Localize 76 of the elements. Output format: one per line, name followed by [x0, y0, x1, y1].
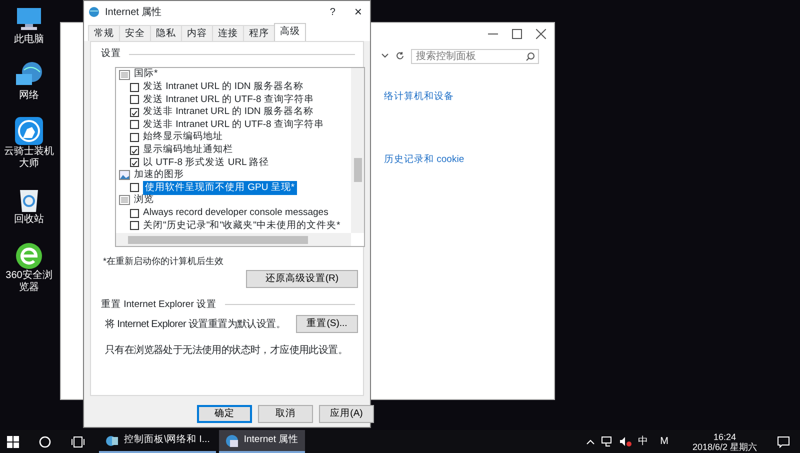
option-label[interactable]: Always record developer console messages: [143, 206, 328, 220]
tab[interactable]: 安全: [119, 25, 151, 41]
ime-mode-indicator[interactable]: M: [660, 434, 668, 449]
group-heading: 国际*: [134, 68, 158, 82]
desktop-icon-label[interactable]: 云骑士装机大师: [1, 146, 57, 170]
task-view-icon[interactable]: [71, 436, 85, 448]
taskbar-button[interactable]: 控制面板\网络和 I...: [99, 430, 216, 453]
tab[interactable]: 程序: [243, 25, 275, 41]
tab[interactable]: 连接: [212, 25, 244, 41]
search-field[interactable]: 搜索控制面板: [411, 48, 539, 64]
scrollbar[interactable]: [351, 68, 364, 234]
restore-button[interactable]: 还原高级设置(R): [246, 270, 358, 288]
group-label: 重置 Internet Explorer 设置: [101, 298, 217, 312]
warning-text: 只有在浏览器处于无法使用的状态时，才应使用此设置。: [105, 344, 349, 358]
option-label[interactable]: 发送 Intranet URL 的 UTF-8 查询字符串: [143, 92, 314, 107]
option-label[interactable]: 使用软件呈现而不使用 GPU 呈现*: [143, 180, 297, 196]
tab[interactable]: 内容: [181, 25, 213, 41]
checkbox[interactable]: [130, 183, 139, 192]
chevron-up-icon[interactable]: [586, 438, 596, 444]
tab[interactable]: 常规: [88, 25, 120, 41]
notification-icon[interactable]: [777, 436, 790, 448]
dropdown-icon[interactable]: [381, 52, 389, 60]
scrollbar[interactable]: [116, 233, 351, 246]
window-title: Internet 属性: [105, 6, 163, 20]
image-icon: [119, 170, 130, 180]
checkbox[interactable]: [130, 208, 139, 218]
checkbox[interactable]: [130, 108, 139, 117]
checkbox[interactable]: [130, 120, 139, 130]
dialog-button[interactable]: 确定: [197, 405, 252, 423]
checkbox[interactable]: [130, 133, 139, 142]
settings-list[interactable]: [115, 67, 365, 248]
option-label[interactable]: 以 UTF-8 形式发送 URL 路径: [143, 156, 270, 170]
dialog-button[interactable]: 应用(A): [319, 405, 374, 423]
dialog-button[interactable]: 取消: [258, 405, 313, 423]
network-icon[interactable]: [601, 436, 614, 447]
link[interactable]: 络计算机和设备: [384, 90, 554, 104]
checkbox[interactable]: [130, 221, 139, 230]
description-text: 将 Internet Explorer 设置重置为默认设置。: [105, 318, 286, 332]
close-button[interactable]: ×: [354, 5, 362, 19]
option-label[interactable]: 发送 Intranet URL 的 IDN 服务器名称: [143, 80, 304, 94]
refresh-icon[interactable]: [395, 51, 405, 61]
volume-muted-icon[interactable]: [619, 436, 632, 447]
search-circle-icon[interactable]: [39, 436, 51, 448]
group-heading: 加速的图形: [134, 168, 184, 182]
tab[interactable]: 高级: [274, 23, 306, 41]
maximize-icon[interactable]: [512, 29, 522, 39]
desktop-icon-label[interactable]: 回收站: [1, 214, 57, 226]
option-label[interactable]: 显示编码地址通知栏: [143, 142, 233, 158]
clock-date[interactable]: 2018/6/2 星期六: [692, 442, 757, 452]
option-label[interactable]: 始终显示编码地址: [143, 130, 223, 145]
link[interactable]: 历史记录和 cookie: [384, 153, 554, 168]
ime-indicator[interactable]: 中: [638, 434, 648, 449]
desktop-icon-label[interactable]: 360安全浏览器: [1, 270, 57, 294]
option-label[interactable]: 关闭"历史记录"和"收藏夹"中未使用的文件夹*: [143, 218, 340, 233]
group-heading: 浏览: [134, 193, 154, 208]
close-icon[interactable]: [536, 29, 546, 39]
checkbox[interactable]: [130, 146, 139, 155]
option-label[interactable]: 发送非 Intranet URL 的 UTF-8 查询字符串: [143, 118, 324, 132]
checkbox[interactable]: [130, 82, 139, 92]
clock-time[interactable]: 16:24: [713, 432, 736, 442]
group-label: 设置: [101, 47, 121, 61]
reset-button[interactable]: 重置(S)...: [296, 315, 358, 333]
help-button[interactable]: ?: [330, 4, 336, 20]
checkbox[interactable]: [130, 158, 139, 168]
list-icon: [119, 70, 130, 80]
option-label[interactable]: 发送非 Intranet URL 的 IDN 服务器名称: [143, 105, 314, 120]
restart-note: *在重新启动你的计算机后生效: [103, 255, 225, 268]
taskbar-button[interactable]: Internet 属性: [218, 430, 305, 453]
desktop-icon-label[interactable]: 此电脑: [1, 34, 57, 46]
checkbox[interactable]: [130, 95, 139, 104]
search-icon[interactable]: [526, 52, 535, 60]
tab[interactable]: 隐私: [150, 25, 182, 41]
windows-logo-icon[interactable]: [7, 436, 19, 448]
browser-e-icon[interactable]: [13, 240, 45, 270]
desktop-icon-label[interactable]: 网络: [1, 90, 57, 102]
list-icon: [119, 195, 130, 206]
